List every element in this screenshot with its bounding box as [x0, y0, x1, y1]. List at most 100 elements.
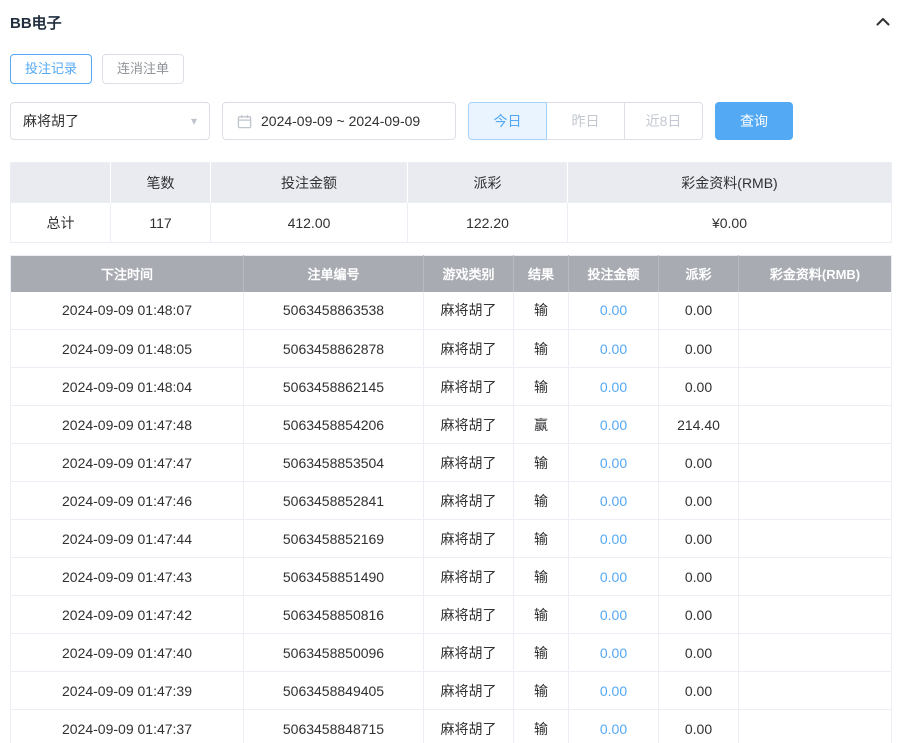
- cell-jackpot: [738, 557, 892, 596]
- yesterday-button[interactable]: 昨日: [546, 102, 625, 140]
- caret-down-icon: ▾: [190, 114, 197, 128]
- summary-table: 笔数 投注金额 派彩 彩金资料(RMB) 总计 117 412.00 122.2…: [10, 162, 892, 243]
- page-title: BB电子: [10, 14, 62, 32]
- bet-amount-link[interactable]: 0.00: [600, 683, 627, 699]
- bet-amount-link[interactable]: 0.00: [600, 569, 627, 585]
- col-header-order-number: 注单编号: [243, 255, 424, 292]
- table-row: 2024-09-09 01:47:47 5063458853504 麻将胡了 输…: [10, 443, 892, 482]
- cell-result: 输: [513, 443, 569, 482]
- cell-order-number: 5063458850816: [243, 595, 424, 634]
- cell-jackpot: [738, 291, 892, 330]
- date-range-input[interactable]: 2024-09-09 ~ 2024-09-09: [222, 102, 456, 140]
- tabs: 投注记录 连消注单: [10, 54, 891, 84]
- collapse-chevron-up-icon[interactable]: [875, 14, 891, 30]
- cell-bet-amount: 0.00: [568, 633, 659, 672]
- game-select-value: 麻将胡了: [23, 113, 79, 129]
- bet-amount-link[interactable]: 0.00: [600, 531, 627, 547]
- cell-jackpot: [738, 671, 892, 710]
- summary-header-jackpot: 彩金资料(RMB): [567, 162, 892, 203]
- cell-order-number: 5063458852841: [243, 481, 424, 520]
- cell-payout: 0.00: [658, 671, 739, 710]
- summary-total-jackpot: ¥0.00: [567, 202, 892, 243]
- tab-consumed-orders[interactable]: 连消注单: [102, 54, 185, 84]
- cell-result: 输: [513, 519, 569, 558]
- last-8-days-button[interactable]: 近8日: [624, 102, 703, 140]
- cell-bet-amount: 0.00: [568, 481, 659, 520]
- tab-betting-records[interactable]: 投注记录: [10, 54, 93, 84]
- cell-payout: 0.00: [658, 595, 739, 634]
- cell-bet-time: 2024-09-09 01:48:07: [10, 291, 244, 330]
- col-header-payout: 派彩: [658, 255, 739, 292]
- bet-amount-link[interactable]: 0.00: [600, 493, 627, 509]
- summary-total-count: 117: [110, 202, 211, 243]
- cell-payout: 0.00: [658, 481, 739, 520]
- cell-bet-time: 2024-09-09 01:47:48: [10, 405, 244, 444]
- summary-header-payout: 派彩: [407, 162, 568, 203]
- table-row: 2024-09-09 01:48:05 5063458862878 麻将胡了 输…: [10, 329, 892, 368]
- search-button[interactable]: 查询: [715, 102, 793, 140]
- cell-jackpot: [738, 367, 892, 406]
- cell-bet-amount: 0.00: [568, 291, 659, 330]
- betting-records-panel: BB电子 投注记录 连消注单 麻将胡了 ▾ 2024-09-09 ~ 2024-…: [0, 0, 901, 743]
- cell-bet-amount: 0.00: [568, 595, 659, 634]
- bet-amount-link[interactable]: 0.00: [600, 645, 627, 661]
- cell-bet-time: 2024-09-09 01:48:05: [10, 329, 244, 368]
- summary-total-bet-amount: 412.00: [210, 202, 408, 243]
- filter-bar: 麻将胡了 ▾ 2024-09-09 ~ 2024-09-09 今日 昨日 近8日…: [10, 102, 891, 140]
- table-row: 2024-09-09 01:47:48 5063458854206 麻将胡了 赢…: [10, 405, 892, 444]
- cell-payout: 0.00: [658, 633, 739, 672]
- cell-jackpot: [738, 329, 892, 368]
- bet-amount-link[interactable]: 0.00: [600, 721, 627, 737]
- cell-payout: 214.40: [658, 405, 739, 444]
- cell-bet-amount: 0.00: [568, 443, 659, 482]
- col-header-jackpot: 彩金资料(RMB): [738, 255, 892, 292]
- cell-bet-time: 2024-09-09 01:47:42: [10, 595, 244, 634]
- cell-game-type: 麻将胡了: [423, 557, 514, 596]
- cell-order-number: 5063458863538: [243, 291, 424, 330]
- cell-jackpot: [738, 405, 892, 444]
- bet-amount-link[interactable]: 0.00: [600, 379, 627, 395]
- cell-order-number: 5063458853504: [243, 443, 424, 482]
- cell-game-type: 麻将胡了: [423, 367, 514, 406]
- cell-bet-amount: 0.00: [568, 519, 659, 558]
- records-body: 2024-09-09 01:48:07 5063458863538 麻将胡了 输…: [10, 291, 892, 743]
- summary-total-label: 总计: [10, 202, 111, 243]
- bet-amount-link[interactable]: 0.00: [600, 607, 627, 623]
- cell-game-type: 麻将胡了: [423, 671, 514, 710]
- calendar-icon: [237, 114, 252, 129]
- today-button[interactable]: 今日: [468, 102, 547, 140]
- cell-order-number: 5063458854206: [243, 405, 424, 444]
- cell-bet-amount: 0.00: [568, 557, 659, 596]
- bet-amount-link[interactable]: 0.00: [600, 455, 627, 471]
- cell-game-type: 麻将胡了: [423, 519, 514, 558]
- cell-payout: 0.00: [658, 291, 739, 330]
- cell-order-number: 5063458862878: [243, 329, 424, 368]
- table-row: 2024-09-09 01:47:44 5063458852169 麻将胡了 输…: [10, 519, 892, 558]
- cell-game-type: 麻将胡了: [423, 709, 514, 743]
- bet-amount-link[interactable]: 0.00: [600, 417, 627, 433]
- cell-payout: 0.00: [658, 519, 739, 558]
- cell-result: 输: [513, 595, 569, 634]
- table-row: 2024-09-09 01:47:40 5063458850096 麻将胡了 输…: [10, 633, 892, 672]
- cell-game-type: 麻将胡了: [423, 481, 514, 520]
- cell-game-type: 麻将胡了: [423, 405, 514, 444]
- bet-amount-link[interactable]: 0.00: [600, 302, 627, 318]
- cell-payout: 0.00: [658, 557, 739, 596]
- cell-game-type: 麻将胡了: [423, 595, 514, 634]
- cell-bet-time: 2024-09-09 01:47:39: [10, 671, 244, 710]
- cell-result: 输: [513, 367, 569, 406]
- cell-bet-amount: 0.00: [568, 329, 659, 368]
- cell-result: 赢: [513, 405, 569, 444]
- summary-header-row: 笔数 投注金额 派彩 彩金资料(RMB): [10, 162, 892, 203]
- game-select[interactable]: 麻将胡了 ▾: [10, 102, 210, 140]
- cell-result: 输: [513, 329, 569, 368]
- bet-amount-link[interactable]: 0.00: [600, 341, 627, 357]
- cell-game-type: 麻将胡了: [423, 329, 514, 368]
- cell-payout: 0.00: [658, 329, 739, 368]
- table-row: 2024-09-09 01:47:42 5063458850816 麻将胡了 输…: [10, 595, 892, 634]
- cell-bet-amount: 0.00: [568, 405, 659, 444]
- cell-order-number: 5063458862145: [243, 367, 424, 406]
- cell-result: 输: [513, 557, 569, 596]
- cell-bet-time: 2024-09-09 01:47:46: [10, 481, 244, 520]
- cell-jackpot: [738, 595, 892, 634]
